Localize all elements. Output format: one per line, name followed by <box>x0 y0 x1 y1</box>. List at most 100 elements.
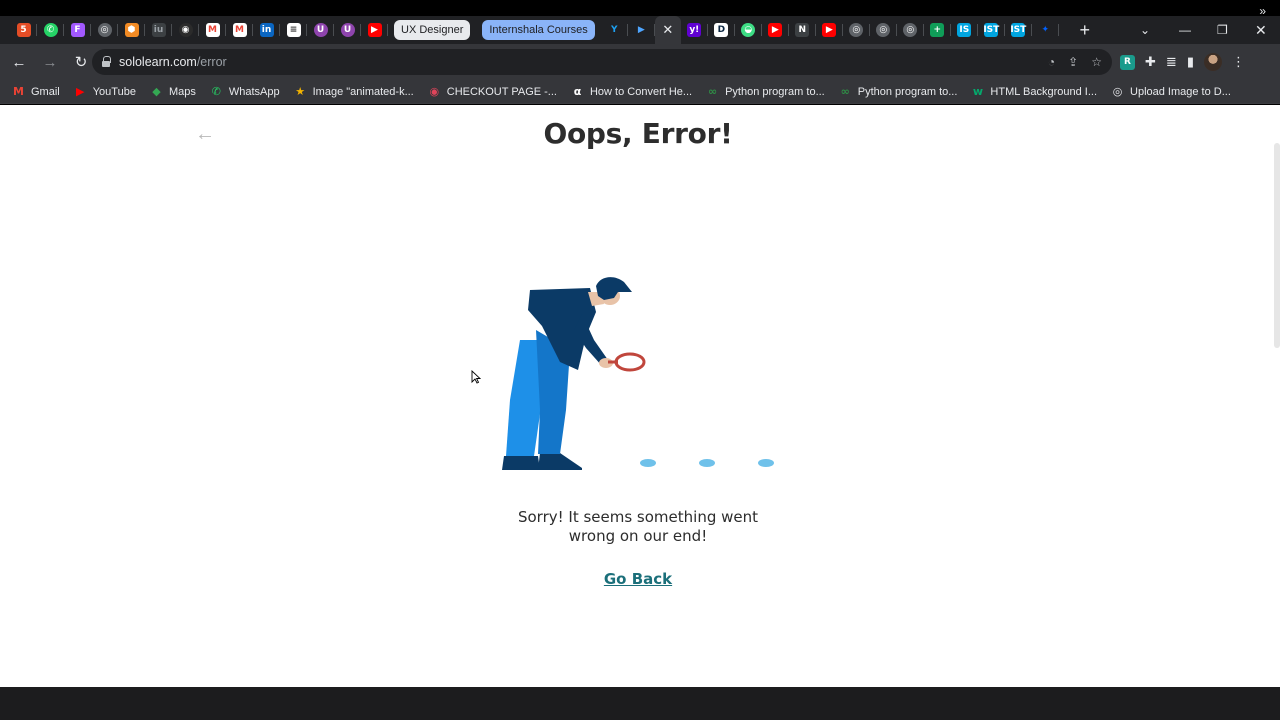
tab-active-close[interactable]: ✕ <box>654 16 681 44</box>
tab-y-1[interactable]: Y <box>601 16 628 44</box>
bookmark-item[interactable]: ◆ Maps <box>150 85 196 98</box>
tab-upgrad-1[interactable]: U <box>307 16 334 44</box>
go-back-link[interactable]: Go Back <box>0 570 1276 588</box>
github-icon: ◉ <box>178 23 193 37</box>
tab-globe-4[interactable]: ◎ <box>897 16 924 44</box>
tab-group-internshala[interactable]: Internshala Courses <box>482 20 595 40</box>
lips-icon: ◉ <box>429 85 440 98</box>
tab-dropbox[interactable]: ✦ <box>1032 16 1059 44</box>
tab-youtube-1[interactable]: ▶ <box>361 16 388 44</box>
gmail-icon: M <box>232 23 247 37</box>
tab-upgrad-2[interactable]: U <box>334 16 361 44</box>
tab-github[interactable]: ◉ <box>172 16 199 44</box>
bookmark-label: WhatsApp <box>228 85 280 98</box>
magnifier-lens <box>614 352 646 372</box>
close-icon[interactable]: ✕ <box>662 22 673 38</box>
url-text[interactable]: sololearn.com/error <box>119 55 227 69</box>
tab-plus-green[interactable]: + <box>924 16 951 44</box>
browser-toolbar: ← → ↻ sololearn.com/error ◔ ⇪ ☆ R ✚ ≣ ▮ … <box>0 44 1280 80</box>
tab-globe-2[interactable]: ◎ <box>843 16 870 44</box>
menu-kebab-icon[interactable]: ⋮ <box>1232 54 1245 70</box>
tab-figma[interactable]: F <box>64 16 91 44</box>
tab-whatsapp[interactable]: ✆ <box>37 16 64 44</box>
media-queue-icon[interactable]: ≣ <box>1166 54 1177 70</box>
footprint-3 <box>758 459 774 467</box>
tab-iu[interactable]: iu <box>145 16 172 44</box>
maps-icon: ◆ <box>152 85 161 98</box>
bookmark-label: Upload Image to D... <box>1130 85 1231 98</box>
bookmark-item[interactable]: ◉ CHECKOUT PAGE -... <box>428 85 557 98</box>
bookmark-item[interactable]: M Gmail <box>12 85 60 98</box>
upgrad-icon: U <box>340 23 355 37</box>
tab-is[interactable]: IS <box>951 16 978 44</box>
tab-ist-2[interactable]: IST <box>1005 16 1032 44</box>
close-window-button[interactable]: ✕ <box>1255 16 1267 44</box>
w-icon: w <box>972 85 983 98</box>
bookmark-label: Python program to... <box>725 85 825 98</box>
bookmark-item[interactable]: ✆ WhatsApp <box>210 85 280 98</box>
new-tab-button[interactable]: + <box>1075 20 1095 41</box>
bookmark-star-icon[interactable]: ☆ <box>1091 55 1102 69</box>
tab-play[interactable]: ▶ <box>628 16 655 44</box>
side-panel-icon[interactable]: ▮ <box>1187 54 1194 70</box>
share-icon[interactable]: ⇪ <box>1068 55 1078 69</box>
tab-html5[interactable]: 5 <box>10 16 37 44</box>
tab-strip: 5 ✆ F ◎ ⬢ iu ◉ M M in ≡ U U ▶ UX Designe… <box>0 16 1280 44</box>
tab-youtube-2[interactable]: ▶ <box>762 16 789 44</box>
globe-icon: ◎ <box>849 23 864 37</box>
bookmarks-overflow-chevron-icon[interactable]: » <box>1259 4 1266 18</box>
tab-doc[interactable]: ≡ <box>280 16 307 44</box>
forward-button[interactable]: → <box>37 49 63 75</box>
minimize-button[interactable]: — <box>1179 16 1191 44</box>
back-button[interactable]: ← <box>6 49 32 75</box>
tab-search-chevron-icon[interactable]: ⌄ <box>1140 16 1150 44</box>
error-illustration <box>502 277 774 470</box>
taskbar-strip <box>0 687 1280 720</box>
bookmark-item[interactable]: ▶ YouTube <box>74 85 136 98</box>
lock-icon[interactable] <box>101 56 111 68</box>
tab-group-ux-designer[interactable]: UX Designer <box>394 20 471 40</box>
bookmark-label: HTML Background I... <box>990 85 1098 98</box>
bookmark-item[interactable]: α How to Convert He... <box>571 85 692 98</box>
profile-avatar[interactable] <box>1203 53 1222 71</box>
sheets-plus-icon: + <box>930 23 945 37</box>
dropbox-icon: ✦ <box>1038 23 1053 37</box>
extensions-puzzle-icon[interactable]: ✚ <box>1145 54 1156 70</box>
performance-icon[interactable]: ◔ <box>1048 55 1055 69</box>
tab-ist-1[interactable]: IST <box>978 16 1005 44</box>
footprint-1 <box>640 459 656 467</box>
address-bar[interactable]: sololearn.com/error ◔ ⇪ ☆ <box>92 49 1112 75</box>
tab-gmail-2[interactable]: M <box>226 16 253 44</box>
tab-d[interactable]: D <box>708 16 735 44</box>
globe-icon: ◎ <box>97 23 112 37</box>
tab-linkedin[interactable]: in <box>253 16 280 44</box>
tab-globe-1[interactable]: ◎ <box>91 16 118 44</box>
tab-android[interactable]: ◒ <box>735 16 762 44</box>
reload-button[interactable]: ↻ <box>68 49 94 75</box>
figure-shoe-right <box>538 453 582 470</box>
tab-notion[interactable]: N <box>789 16 816 44</box>
star-icon: ★ <box>295 85 306 98</box>
tab-globe-3[interactable]: ◎ <box>870 16 897 44</box>
tab-youtube-3[interactable]: ▶ <box>816 16 843 44</box>
restore-button[interactable]: ❐ <box>1217 16 1228 44</box>
bookmark-label: Image "animated-k... <box>312 85 414 98</box>
bookmark-item[interactable]: ∞ Python program to... <box>706 85 825 98</box>
tab-hexagon[interactable]: ⬢ <box>118 16 145 44</box>
bookmark-item[interactable]: ◎ Upload Image to D... <box>1111 85 1231 98</box>
alpha-icon: α <box>573 85 582 98</box>
bookmarks-bar: M Gmail ▶ YouTube ◆ Maps ✆ WhatsApp ★ Image "anim… <box>0 80 1280 104</box>
youtube-icon: ▶ <box>76 85 85 98</box>
bookmark-item[interactable]: ★ Image "animated-k... <box>294 85 414 98</box>
youtube-icon: ▶ <box>768 23 783 37</box>
error-message-line-1: Sorry! It seems something went <box>517 508 759 526</box>
html5-icon: 5 <box>16 23 31 37</box>
bookmark-item[interactable]: ∞ Python program to... <box>839 85 958 98</box>
bookmark-item[interactable]: w HTML Background I... <box>971 85 1097 98</box>
globe-icon: ◎ <box>876 23 891 37</box>
tab-yahoo[interactable]: y! <box>681 16 708 44</box>
upgrad-icon: U <box>313 23 328 37</box>
page-scrollbar[interactable] <box>1274 143 1280 348</box>
rr-extension-icon[interactable]: R <box>1120 54 1135 70</box>
tab-gmail-1[interactable]: M <box>199 16 226 44</box>
